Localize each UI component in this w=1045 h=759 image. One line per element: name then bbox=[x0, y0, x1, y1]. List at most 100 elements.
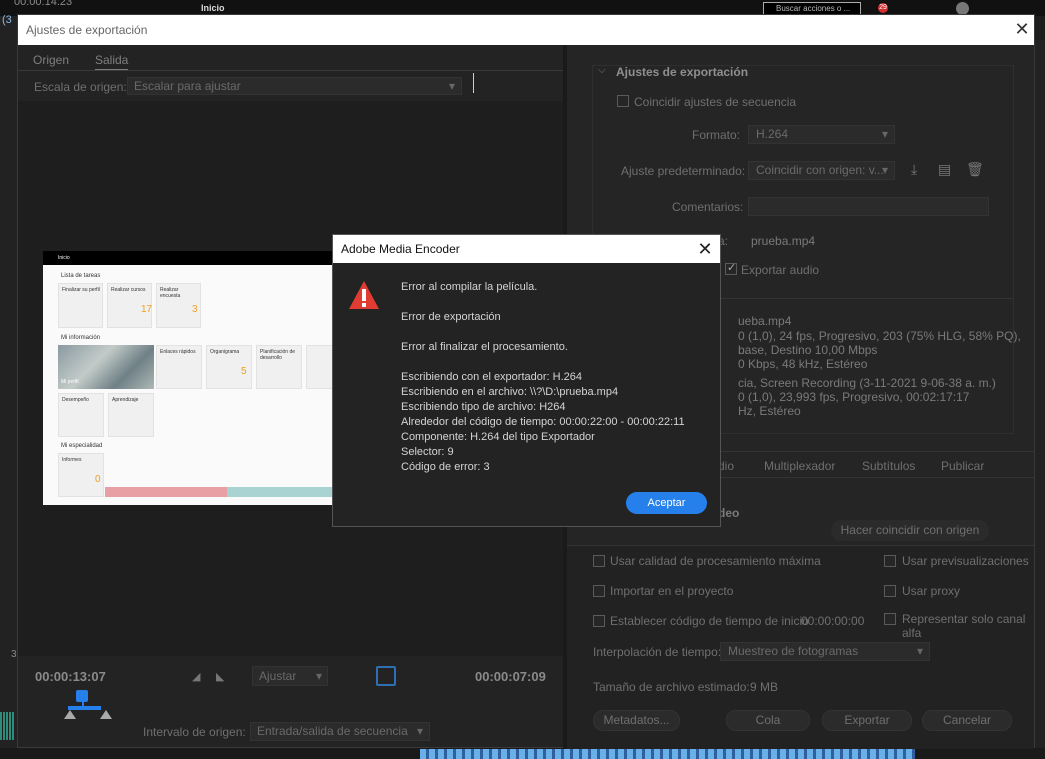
import-project-label: Importar en el proyecto bbox=[610, 584, 734, 598]
use-proxies-checkbox[interactable] bbox=[884, 585, 896, 597]
thumb-specialty-title: Mi especialidad bbox=[61, 443, 103, 449]
error-dialog: Adobe Media Encoder ✕ Error al compilar … bbox=[332, 234, 721, 527]
background-audio-waveform bbox=[0, 712, 14, 740]
time-interpolation-select[interactable]: Muestreo de fotogramas bbox=[720, 642, 930, 661]
background-right-panel bbox=[1035, 40, 1045, 759]
error-message: Error al finalizar el procesamiento. bbox=[401, 341, 568, 353]
thumb-card-label: Realizar cursos bbox=[111, 287, 146, 293]
error-detail: Componente: H.264 del tipo Exportador bbox=[401, 431, 595, 443]
source-scale-select[interactable]: Escalar para ajustar bbox=[127, 77, 462, 95]
start-timecode-label: Establecer código de tiempo de inicio bbox=[610, 614, 809, 628]
format-select[interactable]: H.264 bbox=[748, 125, 895, 144]
thumb-card-value: 0 bbox=[95, 474, 101, 485]
import-preset-icon[interactable]: ▤ bbox=[938, 161, 951, 178]
export-button[interactable]: Exportar bbox=[822, 710, 912, 731]
source-range-select[interactable]: Entrada/salida de secuencia bbox=[250, 722, 430, 741]
thumb-navbar: Inicio bbox=[43, 251, 353, 265]
warning-icon bbox=[349, 281, 379, 309]
crop-icon[interactable] bbox=[376, 666, 396, 686]
alpha-only-label: Representar solo canal alfa bbox=[902, 612, 1026, 640]
thumb-card-label: Finalizar su perfil bbox=[62, 287, 100, 293]
thumb-pink-bar bbox=[105, 487, 227, 497]
max-render-quality-checkbox[interactable] bbox=[593, 555, 605, 567]
cancel-button[interactable]: Cancelar bbox=[922, 710, 1012, 731]
error-message: Error al compilar la película. bbox=[401, 281, 538, 293]
error-detail: Escribiendo en el archivo: \\?\D:\prueba… bbox=[401, 386, 619, 398]
tab-salida[interactable]: Salida bbox=[95, 53, 129, 70]
dialog-title: Adobe Media Encoder bbox=[341, 242, 460, 256]
queue-button[interactable]: Cola bbox=[726, 710, 810, 731]
preset-label: Ajuste predeterminado: bbox=[621, 164, 746, 178]
thumb-card-value: 5 bbox=[241, 366, 247, 377]
background-timeline-clips bbox=[420, 749, 915, 759]
thumb-card: Finalizar su perfil bbox=[58, 283, 103, 328]
chevron-down-icon[interactable]: ⌵ bbox=[598, 65, 606, 76]
summary-line: 0 (1,0), 23,993 fps, Progresivo, 00:02:1… bbox=[738, 390, 970, 404]
error-detail: Selector: 9 bbox=[401, 446, 454, 458]
export-audio-label: Exportar audio bbox=[741, 263, 820, 277]
output-name-link[interactable]: prueba.mp4 bbox=[751, 234, 815, 248]
thumb-map-caption: Mi perfil bbox=[61, 379, 79, 385]
thumb-card: Informes 0 bbox=[58, 453, 104, 497]
thumb-card-label: Aprendizaje bbox=[112, 397, 139, 403]
save-preset-icon[interactable]: ⤓ bbox=[911, 161, 917, 178]
close-icon[interactable]: ✕ bbox=[693, 236, 717, 262]
thumb-card: Enlaces rápidos bbox=[156, 345, 202, 389]
summary-line: base, Destino 10,00 Mbps bbox=[738, 343, 878, 357]
zoom-fit-select[interactable]: Ajustar bbox=[252, 666, 328, 686]
match-source-button[interactable]: Hacer coincidir con origen bbox=[831, 520, 989, 541]
summary-line: cia, Screen Recording (3-11-2021 9-06-38… bbox=[738, 376, 996, 390]
import-project-checkbox[interactable] bbox=[593, 585, 605, 597]
thumb-card-label: Enlaces rápidos bbox=[160, 349, 196, 355]
comments-field[interactable] bbox=[748, 197, 989, 216]
export-audio-checkbox[interactable] bbox=[725, 261, 737, 275]
use-previews-checkbox[interactable] bbox=[884, 555, 896, 567]
tab-publish[interactable]: Publicar bbox=[941, 459, 984, 473]
thumb-info-title: Mi información bbox=[61, 335, 101, 341]
text-cursor bbox=[473, 73, 474, 93]
preset-select[interactable]: Coincidir con origen: v... bbox=[748, 161, 895, 180]
alpha-only-checkbox[interactable] bbox=[884, 613, 896, 625]
background-panel-number: 3 bbox=[11, 649, 17, 660]
match-sequence-checkbox[interactable] bbox=[617, 95, 629, 107]
thumb-card: Organigrama 5 bbox=[206, 345, 252, 389]
start-timecode-value[interactable]: 00:00:00:00 bbox=[801, 614, 864, 628]
estimated-size-label: Tamaño de archivo estimado: bbox=[593, 680, 750, 694]
background-timecode: 00:00:14:23 bbox=[14, 0, 73, 8]
summary-line: 0 Kbps, 48 kHz, Estéreo bbox=[738, 357, 868, 371]
mark-in-icon[interactable]: ◢ bbox=[192, 670, 200, 683]
thumb-tasks-title: Lista de tareas bbox=[61, 273, 101, 279]
thumb-card-value: 17 bbox=[141, 304, 153, 315]
tab-origen[interactable]: Origen bbox=[33, 53, 69, 67]
thumb-card: Realizar encuesta 3 bbox=[156, 283, 201, 328]
in-point-handle[interactable] bbox=[64, 710, 76, 719]
preview-thumbnail: Inicio Lista de tareas Finalizar su perf… bbox=[43, 251, 353, 505]
out-point-handle[interactable] bbox=[100, 710, 112, 719]
mark-out-icon[interactable]: ◣ bbox=[216, 670, 224, 683]
export-titlebar: Ajustes de exportación ✕ bbox=[18, 15, 1034, 45]
thumb-card-label: Realizar encuesta bbox=[160, 287, 181, 299]
background-left-label: (3 bbox=[2, 14, 12, 26]
tab-multiplexer[interactable]: Multiplexador bbox=[764, 459, 835, 473]
error-detail: Escribiendo tipo de archivo: H264 bbox=[401, 401, 566, 413]
workspace-menu[interactable]: Inicio bbox=[201, 3, 225, 13]
metadata-button[interactable]: Metadatos... bbox=[593, 710, 680, 731]
error-detail: Escribiendo con el exportador: H.264 bbox=[401, 371, 582, 383]
summary-line: Hz, Estéreo bbox=[738, 404, 801, 418]
timecode-duration: 00:00:07:09 bbox=[475, 669, 546, 684]
window-title: Ajustes de exportación bbox=[26, 23, 148, 37]
estimated-size-value: 9 MB bbox=[750, 680, 779, 694]
use-proxies-label: Usar proxy bbox=[902, 584, 961, 598]
start-timecode-checkbox[interactable] bbox=[593, 615, 605, 627]
error-message: Error de exportación bbox=[401, 311, 501, 323]
notification-badge[interactable]: 29 bbox=[878, 3, 888, 13]
accept-button[interactable]: Aceptar bbox=[626, 492, 707, 514]
thumb-nav-label: Inicio bbox=[58, 255, 70, 261]
background-left-panel bbox=[0, 16, 17, 759]
thumb-card: Realizar cursos 17 bbox=[107, 283, 152, 328]
error-detail: Código de error: 3 bbox=[401, 461, 490, 473]
close-icon[interactable]: ✕ bbox=[1011, 17, 1033, 41]
timecode-current[interactable]: 00:00:13:07 bbox=[35, 669, 106, 684]
tab-captions[interactable]: Subtítulos bbox=[862, 459, 915, 473]
delete-preset-icon[interactable]: 🗑 bbox=[966, 161, 984, 178]
